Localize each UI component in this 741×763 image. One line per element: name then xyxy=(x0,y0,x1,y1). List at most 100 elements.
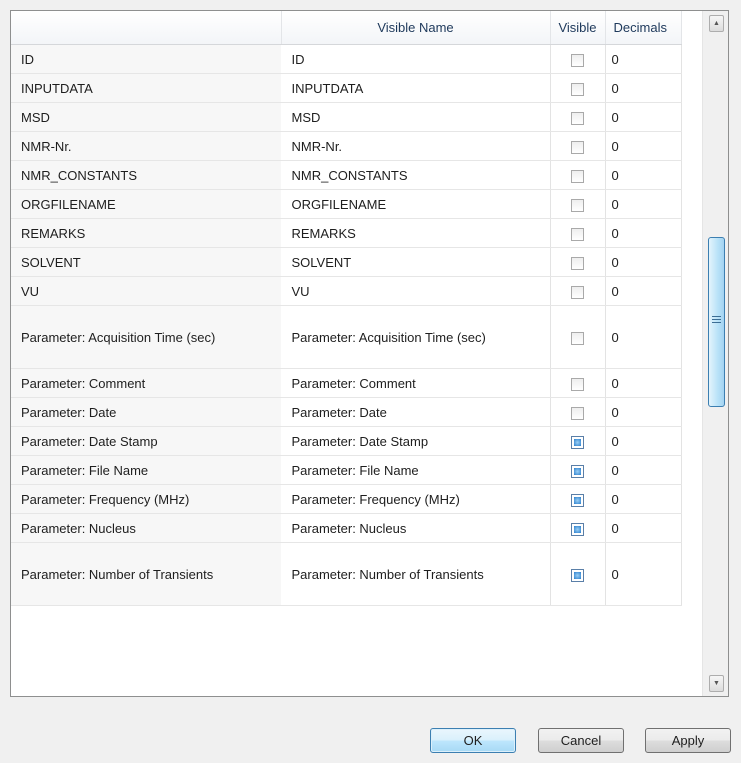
table-row[interactable]: SOLVENT SOLVENT 0 xyxy=(11,247,682,277)
visible-name-cell[interactable]: REMARKS xyxy=(280,218,551,248)
table-row[interactable]: Parameter: File Name Parameter: File Name… xyxy=(11,455,682,485)
decimals-cell[interactable]: 0 xyxy=(605,189,682,219)
field-name-cell: INPUTDATA xyxy=(11,73,282,103)
visible-name-cell[interactable]: NMR_CONSTANTS xyxy=(280,160,551,190)
scrollbar-thumb[interactable] xyxy=(708,237,725,407)
visible-name-cell[interactable]: Parameter: Frequency (MHz) xyxy=(280,484,551,514)
field-name-cell: Parameter: Frequency (MHz) xyxy=(11,484,282,514)
visible-checkbox-cell xyxy=(550,455,606,485)
visible-checkbox-cell xyxy=(550,426,606,456)
table-row[interactable]: MSD MSD 0 xyxy=(11,102,682,132)
visible-name-cell[interactable]: SOLVENT xyxy=(280,247,551,277)
decimals-cell[interactable]: 0 xyxy=(605,160,682,190)
visible-checkbox[interactable] xyxy=(571,435,584,449)
table-row[interactable]: ID ID 0 xyxy=(11,44,682,74)
visible-name-cell[interactable]: NMR-Nr. xyxy=(280,131,551,161)
table-row[interactable]: NMR-Nr. NMR-Nr. 0 xyxy=(11,131,682,161)
table-row[interactable]: NMR_CONSTANTS NMR_CONSTANTS 0 xyxy=(11,160,682,190)
visible-checkbox[interactable] xyxy=(571,227,584,241)
decimals-cell[interactable]: 0 xyxy=(605,513,682,543)
decimals-cell[interactable]: 0 xyxy=(605,276,682,306)
visible-checkbox-cell xyxy=(550,368,606,398)
visible-checkbox[interactable] xyxy=(571,331,584,345)
visible-checkbox[interactable] xyxy=(571,140,584,154)
scroll-up-button[interactable]: ▲ xyxy=(709,15,724,32)
column-header-name[interactable] xyxy=(11,11,282,45)
visible-checkbox-cell xyxy=(550,44,606,74)
table-row[interactable]: Parameter: Nucleus Parameter: Nucleus 0 xyxy=(11,513,682,543)
visible-checkbox[interactable] xyxy=(571,198,584,212)
table-row[interactable]: Parameter: Acquisition Time (sec) Paramet… xyxy=(11,305,682,369)
table-row[interactable]: Parameter: Date Parameter: Date 0 xyxy=(11,397,682,427)
decimals-cell[interactable]: 0 xyxy=(605,397,682,427)
table-row[interactable]: INPUTDATA INPUTDATA 0 xyxy=(11,73,682,103)
table-row[interactable]: Parameter: Date Stamp Parameter: Date Sta… xyxy=(11,426,682,456)
arrow-down-icon: ▼ xyxy=(713,680,720,687)
visible-checkbox-cell xyxy=(550,397,606,427)
decimals-cell[interactable]: 0 xyxy=(605,542,682,606)
field-name-cell: ORGFILENAME xyxy=(11,189,282,219)
visible-checkbox[interactable] xyxy=(571,406,584,420)
decimals-cell[interactable]: 0 xyxy=(605,247,682,277)
decimals-cell[interactable]: 0 xyxy=(605,44,682,74)
table-row[interactable]: Parameter: Comment Parameter: Comment 0 xyxy=(11,368,682,398)
visible-checkbox[interactable] xyxy=(571,256,584,270)
vertical-scrollbar[interactable]: ▲ ▼ xyxy=(702,11,728,696)
visible-name-cell[interactable]: Parameter: Date xyxy=(280,397,551,427)
visible-name-cell[interactable]: Parameter: Acquisition Time (sec) xyxy=(280,305,551,369)
visible-checkbox[interactable] xyxy=(571,169,584,183)
table-row[interactable]: VU VU 0 xyxy=(11,276,682,306)
visible-checkbox[interactable] xyxy=(571,82,584,96)
column-header-visible-name[interactable]: Visible Name xyxy=(281,11,551,45)
field-name-cell: Parameter: Nucleus xyxy=(11,513,282,543)
cancel-button[interactable]: Cancel xyxy=(538,728,624,753)
visible-name-cell[interactable]: Parameter: File Name xyxy=(280,455,551,485)
visible-checkbox[interactable] xyxy=(571,377,584,391)
decimals-cell[interactable]: 0 xyxy=(605,305,682,369)
visible-name-cell[interactable]: ID xyxy=(280,44,551,74)
decimals-cell[interactable]: 0 xyxy=(605,73,682,103)
decimals-cell[interactable]: 0 xyxy=(605,426,682,456)
column-header-decimals[interactable]: Decimals xyxy=(605,11,682,45)
visible-checkbox[interactable] xyxy=(571,53,584,67)
visible-checkbox-cell xyxy=(550,542,606,606)
scroll-down-button[interactable]: ▼ xyxy=(709,675,724,692)
visible-name-cell[interactable]: Parameter: Nucleus xyxy=(280,513,551,543)
decimals-cell[interactable]: 0 xyxy=(605,368,682,398)
visible-checkbox-cell xyxy=(550,160,606,190)
table-row[interactable]: ORGFILENAME ORGFILENAME 0 xyxy=(11,189,682,219)
decimals-cell[interactable]: 0 xyxy=(605,484,682,514)
visible-checkbox[interactable] xyxy=(571,285,584,299)
table-row[interactable]: Parameter: Number of Transients Parameter… xyxy=(11,542,682,606)
visible-name-cell[interactable]: Parameter: Date Stamp xyxy=(280,426,551,456)
visible-checkbox-cell xyxy=(550,131,606,161)
field-name-cell: Parameter: Date Stamp xyxy=(11,426,282,456)
columns-grid: Visible Name Visible Decimals ID ID 0 INPUT… xyxy=(11,11,701,696)
apply-button[interactable]: Apply xyxy=(645,728,731,753)
visible-checkbox-cell xyxy=(550,189,606,219)
arrow-up-icon: ▲ xyxy=(713,20,720,27)
visible-name-cell[interactable]: VU xyxy=(280,276,551,306)
visible-name-cell[interactable]: MSD xyxy=(280,102,551,132)
column-header-visible[interactable]: Visible xyxy=(550,11,606,45)
visible-checkbox[interactable] xyxy=(571,464,584,478)
visible-checkbox[interactable] xyxy=(571,522,584,536)
field-name-cell: REMARKS xyxy=(11,218,282,248)
table-row[interactable]: REMARKS REMARKS 0 xyxy=(11,218,682,248)
decimals-cell[interactable]: 0 xyxy=(605,218,682,248)
decimals-cell[interactable]: 0 xyxy=(605,131,682,161)
visible-checkbox[interactable] xyxy=(571,111,584,125)
visible-checkbox[interactable] xyxy=(571,568,584,582)
visible-name-cell[interactable]: ORGFILENAME xyxy=(280,189,551,219)
decimals-cell[interactable]: 0 xyxy=(605,455,682,485)
visible-checkbox-cell xyxy=(550,484,606,514)
visible-checkbox[interactable] xyxy=(571,493,584,507)
header-row: Visible Name Visible Decimals xyxy=(11,11,682,45)
visible-checkbox-cell xyxy=(550,102,606,132)
visible-name-cell[interactable]: INPUTDATA xyxy=(280,73,551,103)
ok-button[interactable]: OK xyxy=(430,728,516,753)
decimals-cell[interactable]: 0 xyxy=(605,102,682,132)
table-row[interactable]: Parameter: Frequency (MHz) Parameter: Fre… xyxy=(11,484,682,514)
visible-name-cell[interactable]: Parameter: Comment xyxy=(280,368,551,398)
visible-name-cell[interactable]: Parameter: Number of Transients xyxy=(280,542,551,606)
